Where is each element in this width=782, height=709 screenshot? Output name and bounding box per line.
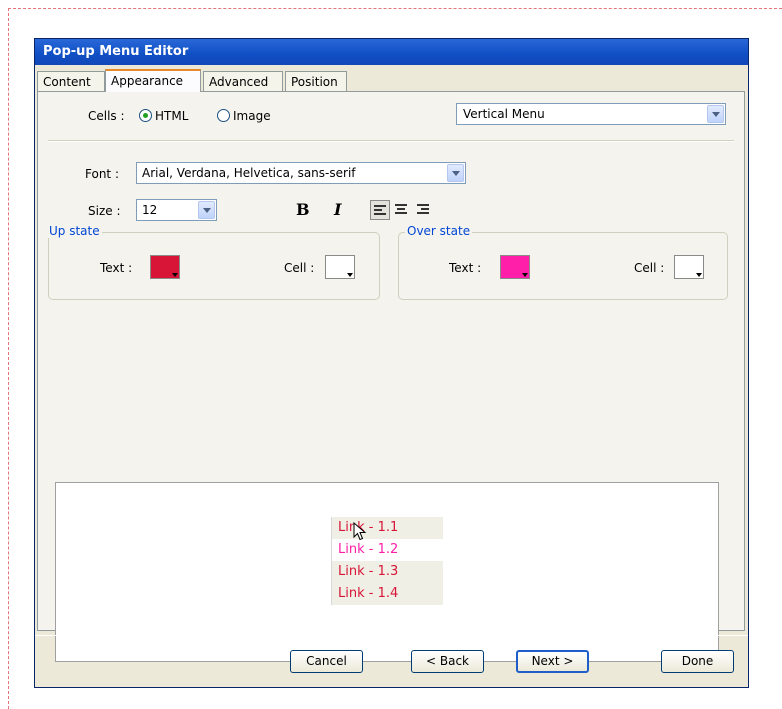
menu-orientation-select[interactable]: Vertical Menu <box>456 103 726 125</box>
over-state-group: Over state Text : Cell : <box>398 224 728 300</box>
up-text-color-label: Text : <box>100 261 133 275</box>
chevron-down-icon[interactable] <box>447 164 464 182</box>
preview-menu-item[interactable]: Link - 1.2 <box>331 539 443 561</box>
radio-icon-image[interactable] <box>217 109 230 122</box>
size-select[interactable]: 12 <box>136 199 217 221</box>
over-state-legend: Over state <box>405 224 473 238</box>
tab-content[interactable]: Content <box>37 71 105 91</box>
preview-menu-item[interactable]: Link - 1.1 <box>331 517 443 539</box>
window-title: Pop-up Menu Editor <box>35 39 748 65</box>
size-label: Size : <box>88 204 121 218</box>
mouse-pointer-icon <box>353 522 367 541</box>
dashed-border-left <box>8 8 9 709</box>
italic-button[interactable]: I <box>334 200 341 219</box>
over-text-color-label: Text : <box>449 261 482 275</box>
align-center-icon[interactable] <box>392 200 412 220</box>
appearance-panel: Cells : HTML Image Vertical Menu Font : … <box>37 91 745 662</box>
tab-advanced[interactable]: Advanced <box>203 71 283 91</box>
section-divider <box>48 140 734 142</box>
up-cell-color-label: Cell : <box>284 261 315 275</box>
menu-orientation-value: Vertical Menu <box>463 107 545 121</box>
up-text-color-swatch[interactable] <box>150 255 180 279</box>
cancel-button[interactable]: Cancel <box>290 650 363 673</box>
over-cell-color-swatch[interactable] <box>674 255 704 279</box>
over-text-color-swatch[interactable] <box>500 255 530 279</box>
chevron-down-icon[interactable] <box>198 201 215 219</box>
up-state-group: Up state Text : Cell : <box>47 224 380 300</box>
chevron-down-icon[interactable] <box>707 105 724 123</box>
over-cell-color-label: Cell : <box>634 261 665 275</box>
html-option-label[interactable]: HTML <box>155 109 188 123</box>
bold-button[interactable]: B <box>296 200 310 219</box>
font-value: Arial, Verdana, Helvetica, sans-serif <box>142 166 356 180</box>
preview-menu-item[interactable]: Link - 1.3 <box>331 561 443 583</box>
up-state-legend: Up state <box>47 224 102 238</box>
footer-divider <box>35 635 748 636</box>
popup-menu-editor-dialog: Pop-up Menu Editor Content Appearance Ad… <box>34 38 749 688</box>
next-button[interactable]: Next > <box>516 650 589 673</box>
done-button[interactable]: Done <box>661 650 734 673</box>
cells-label: Cells : <box>88 109 125 123</box>
dashed-border-top <box>8 8 782 9</box>
align-right-icon[interactable] <box>414 200 434 220</box>
back-button[interactable]: < Back <box>411 650 484 673</box>
preview-menu: Link - 1.1 Link - 1.2 Link - 1.3 Link - … <box>331 517 443 605</box>
up-cell-color-swatch[interactable] <box>325 255 355 279</box>
preview-menu-item[interactable]: Link - 1.4 <box>331 583 443 605</box>
font-label: Font : <box>85 167 119 181</box>
size-value: 12 <box>142 203 158 217</box>
tab-appearance[interactable]: Appearance <box>105 69 201 92</box>
radio-icon-html[interactable] <box>139 109 152 122</box>
tab-position[interactable]: Position <box>285 71 347 91</box>
image-option-label[interactable]: Image <box>233 109 271 123</box>
align-left-icon[interactable] <box>370 200 390 220</box>
font-select[interactable]: Arial, Verdana, Helvetica, sans-serif <box>136 162 466 184</box>
